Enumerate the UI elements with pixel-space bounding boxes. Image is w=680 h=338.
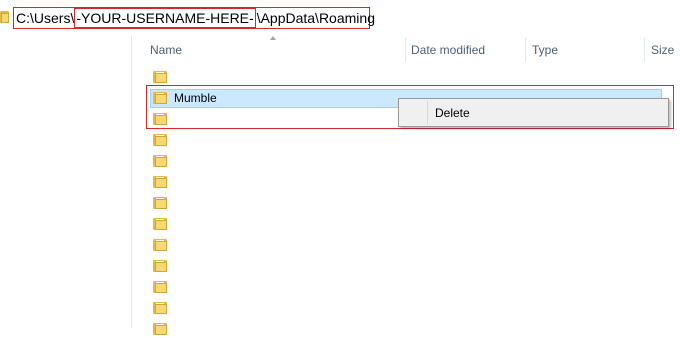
column-header-date-modified[interactable]: Date modified bbox=[411, 40, 485, 60]
address-path: C:\Users\ -YOUR-USERNAME-HERE- \AppData\… bbox=[16, 8, 375, 28]
folder-icon bbox=[153, 71, 167, 83]
list-item[interactable] bbox=[150, 173, 650, 191]
folder-icon bbox=[153, 260, 167, 272]
folder-icon bbox=[153, 218, 167, 230]
path-username-placeholder: -YOUR-USERNAME-HERE- bbox=[74, 8, 256, 28]
list-item[interactable] bbox=[150, 236, 650, 254]
folder-icon bbox=[153, 176, 167, 188]
context-menu: Delete bbox=[398, 98, 669, 127]
path-prefix: C:\Users\ bbox=[16, 10, 75, 26]
folder-icon bbox=[153, 323, 167, 335]
path-suffix: \AppData\Roaming bbox=[256, 10, 375, 26]
context-menu-item-label: Delete bbox=[435, 106, 470, 120]
folder-icon bbox=[0, 10, 10, 24]
column-header-type[interactable]: Type bbox=[532, 40, 558, 60]
list-item[interactable] bbox=[150, 68, 650, 86]
column-header-size[interactable]: Size bbox=[651, 40, 674, 60]
column-separator[interactable] bbox=[525, 38, 526, 62]
context-menu-item-delete[interactable]: Delete bbox=[401, 101, 666, 124]
folder-icon bbox=[153, 281, 167, 293]
folder-icon bbox=[153, 302, 167, 314]
list-item[interactable] bbox=[150, 131, 650, 149]
folder-icon bbox=[153, 155, 167, 167]
list-item[interactable] bbox=[150, 278, 650, 296]
folder-icon bbox=[153, 239, 167, 251]
folder-icon bbox=[153, 113, 167, 125]
list-item[interactable] bbox=[150, 215, 650, 233]
column-separator[interactable] bbox=[644, 38, 645, 62]
list-item[interactable] bbox=[150, 320, 650, 338]
folder-icon bbox=[153, 92, 167, 104]
list-item[interactable] bbox=[150, 194, 650, 212]
folder-icon bbox=[153, 134, 167, 146]
list-item[interactable] bbox=[150, 299, 650, 317]
column-separator[interactable] bbox=[405, 38, 406, 62]
column-header-name[interactable]: Name bbox=[150, 40, 182, 60]
list-item[interactable] bbox=[150, 152, 650, 170]
nav-pane-divider[interactable] bbox=[131, 36, 132, 328]
sort-ascending-icon bbox=[270, 36, 276, 40]
folder-icon bbox=[153, 197, 167, 209]
list-item[interactable] bbox=[150, 257, 650, 275]
